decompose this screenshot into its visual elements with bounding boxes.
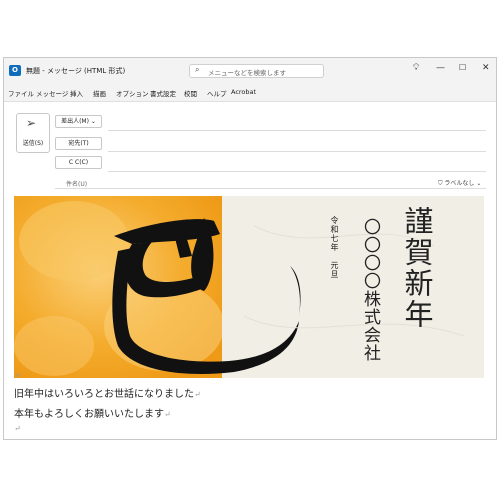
maximize-button[interactable]: ☐ [459, 63, 466, 72]
lightbulb-icon[interactable]: 💡︎ [413, 63, 419, 73]
sensitivity-label-button[interactable]: ⛉ ラベルなし ⌄ [438, 178, 481, 188]
outlook-app-icon: O [9, 65, 21, 76]
minimize-button[interactable]: — [436, 63, 445, 73]
send-label: 送信(S) [22, 140, 44, 147]
return-mark-icon: ↵ [14, 424, 21, 433]
paper-texture-blob [19, 201, 129, 281]
from-button[interactable]: 差出人(M) ⌄ [55, 115, 102, 128]
white-paper-panel [222, 196, 484, 378]
menu-format[interactable]: 書式設定 [150, 88, 176, 98]
menu-review[interactable]: 校閲 [184, 88, 197, 98]
company-name: 〇〇〇〇株式会社 [360, 218, 380, 362]
chevron-down-icon: ⌄ [474, 180, 482, 187]
ribbon-menu: ファイル メッセージ 挿入 描画 オプション 書式設定 校閲 ヘルプ Acrob… [4, 84, 496, 102]
date-line: 令和七年 元旦 [330, 216, 339, 279]
subject-label: 件名(U) [66, 181, 88, 188]
menu-draw[interactable]: 描画 [93, 88, 106, 98]
menu-acrobat[interactable]: Acrobat [231, 88, 256, 96]
search-icon: ⌕ [195, 65, 200, 74]
search-placeholder: メニューなどを検索します [208, 69, 286, 77]
menu-help[interactable]: ヘルプ [207, 88, 227, 98]
chevron-down-icon: ⌄ [90, 118, 96, 125]
body-line-3[interactable]: ↵ [14, 423, 21, 434]
from-label: 差出人(M) [61, 118, 89, 125]
title-bar: O 無題 - メッセージ (HTML 形式) ⌕ メニューなどを検索します 💡︎… [4, 58, 496, 84]
body-line-0[interactable]: ↵ [14, 370, 21, 381]
menu-file[interactable]: ファイル [8, 88, 34, 98]
send-button[interactable]: ➢ 送信(S) [16, 113, 50, 153]
search-input[interactable]: ⌕ メニューなどを検索します [189, 64, 324, 78]
greeting-text: 謹賀新年 [400, 206, 434, 330]
return-mark-icon: ↵ [164, 410, 171, 419]
new-year-card-image: 謹賀新年 〇〇〇〇株式会社 令和七年 元旦 [14, 196, 484, 378]
close-button[interactable]: ✕ [482, 63, 490, 73]
body-line-1[interactable]: 旧年中はいろいろとお世話になりました↵ [14, 385, 201, 400]
return-mark-icon: ↵ [194, 390, 201, 399]
body-line-2[interactable]: 本年もよろしくお願いいたします↵ [14, 405, 171, 420]
from-field[interactable] [108, 130, 486, 131]
menu-insert[interactable]: 挿入 [70, 88, 83, 98]
cc-field[interactable] [108, 171, 486, 172]
cc-button[interactable]: C C(C) [55, 156, 102, 169]
body-line-2-text: 本年もよろしくお願いいたします [14, 409, 164, 420]
window-title: 無題 - メッセージ (HTML 形式) [26, 67, 126, 75]
menu-message[interactable]: メッセージ [36, 88, 68, 98]
to-button[interactable]: 宛先(T) [55, 137, 102, 150]
subject-field[interactable] [55, 188, 486, 189]
return-mark-icon: ↵ [14, 371, 21, 380]
outlook-window: O 無題 - メッセージ (HTML 形式) ⌕ メニューなどを検索します 💡︎… [3, 57, 497, 440]
sensitivity-label-text: ラベルなし [444, 180, 475, 187]
paper-texture-blob [14, 316, 94, 376]
body-line-1-text: 旧年中はいろいろとお世話になりました [14, 389, 194, 400]
to-field[interactable] [108, 151, 486, 152]
menu-options[interactable]: オプション [116, 88, 149, 98]
send-icon: ➢ [26, 116, 37, 130]
